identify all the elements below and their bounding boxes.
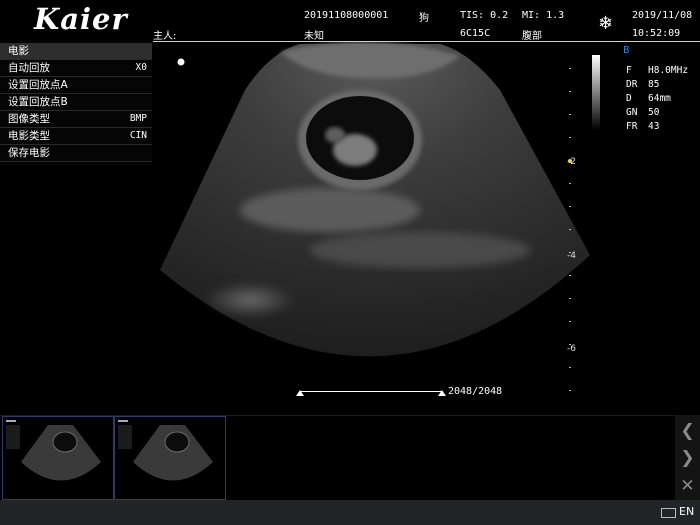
cine-start-handle[interactable] xyxy=(296,390,304,396)
chevron-right-icon[interactable]: ❯ xyxy=(675,446,700,470)
menu-item-label: 设置回放点A xyxy=(8,79,68,91)
owner-label: 主人: xyxy=(153,31,177,42)
menu-item-value: CIN xyxy=(129,130,147,141)
depth-tick xyxy=(569,206,571,207)
chevron-left-icon[interactable]: ❮ xyxy=(675,419,700,443)
mi-value: MI: 1.3 xyxy=(522,10,565,21)
status-bar xyxy=(0,500,700,525)
probe-model: 6C15C xyxy=(460,28,491,39)
menu-item-label: 自动回放 xyxy=(8,62,50,74)
cine-menu: 电影 自动回放 X0 设置回放点A 设置回放点B 图像类型 BMP 电影类型 C… xyxy=(0,43,152,162)
param-row: F H8.0MHz xyxy=(626,65,689,76)
menu-item-auto-replay[interactable]: 自动回放 X0 xyxy=(0,60,152,77)
menu-item-label: 设置回放点B xyxy=(8,96,68,108)
depth-tick xyxy=(569,229,571,230)
input-language[interactable]: EN xyxy=(679,505,694,518)
depth-tick xyxy=(569,275,571,276)
thumbnail-image xyxy=(6,420,101,481)
exam-id: 20191108000001 xyxy=(304,10,389,21)
exam-date: 2019/11/08 xyxy=(632,10,693,21)
species: 狗 xyxy=(419,13,429,24)
owner-value: 未知 xyxy=(304,31,324,42)
cine-end-handle[interactable] xyxy=(438,390,446,396)
menu-item-label: 电影类型 xyxy=(8,130,50,142)
exam-time: 10:52:09 xyxy=(632,28,681,39)
tis-value: TIS: 0.2 xyxy=(460,10,509,21)
frame-counter: 2048/2048 xyxy=(448,386,503,397)
header-divider xyxy=(153,41,700,42)
depth-tick xyxy=(569,91,571,92)
depth-tick xyxy=(569,68,571,69)
keyboard-icon xyxy=(661,508,676,518)
menu-item-set-point-a[interactable]: 设置回放点A xyxy=(0,77,152,94)
param-row: D 64mm xyxy=(626,93,671,104)
param-list: F H8.0MHz DR 85 D 64mm GN 50 FR 43 xyxy=(626,58,689,132)
menu-item-cine-type[interactable]: 电影类型 CIN xyxy=(0,128,152,145)
menu-item-label: 保存电影 xyxy=(8,147,50,159)
thumbnail[interactable] xyxy=(2,416,114,500)
depth-tick xyxy=(569,137,571,138)
thumbnail[interactable] xyxy=(114,416,226,500)
menu-item-value: X0 xyxy=(135,62,147,73)
depth-tick xyxy=(569,321,571,322)
freeze-icon: ❄ xyxy=(598,13,614,34)
close-icon[interactable]: ✕ xyxy=(675,474,700,498)
exam-region: 腹部 xyxy=(522,31,542,42)
depth-tick xyxy=(569,114,571,115)
menu-item-set-point-b[interactable]: 设置回放点B xyxy=(0,94,152,111)
depth-tick xyxy=(569,183,571,184)
depth-label: -6 xyxy=(567,344,576,354)
param-row: GN 50 xyxy=(626,107,660,118)
menu-item-save-cine[interactable]: 保存电影 xyxy=(0,145,152,162)
menu-item-image-type[interactable]: 图像类型 BMP xyxy=(0,111,152,128)
mode-label: B xyxy=(623,45,630,56)
depth-tick xyxy=(569,298,571,299)
cine-progress-bar[interactable] xyxy=(300,391,442,392)
focus-depth-marker xyxy=(568,159,572,163)
brand-logo: Kaier xyxy=(34,2,128,36)
menu-item-label: 图像类型 xyxy=(8,113,50,125)
menu-title: 电影 xyxy=(0,43,152,60)
param-row: FR 43 xyxy=(626,121,660,132)
depth-tick xyxy=(569,367,571,368)
thumbnail-image xyxy=(118,420,213,481)
menu-item-value: BMP xyxy=(129,113,147,124)
depth-tick xyxy=(569,390,571,391)
depth-label: -4 xyxy=(567,251,576,261)
